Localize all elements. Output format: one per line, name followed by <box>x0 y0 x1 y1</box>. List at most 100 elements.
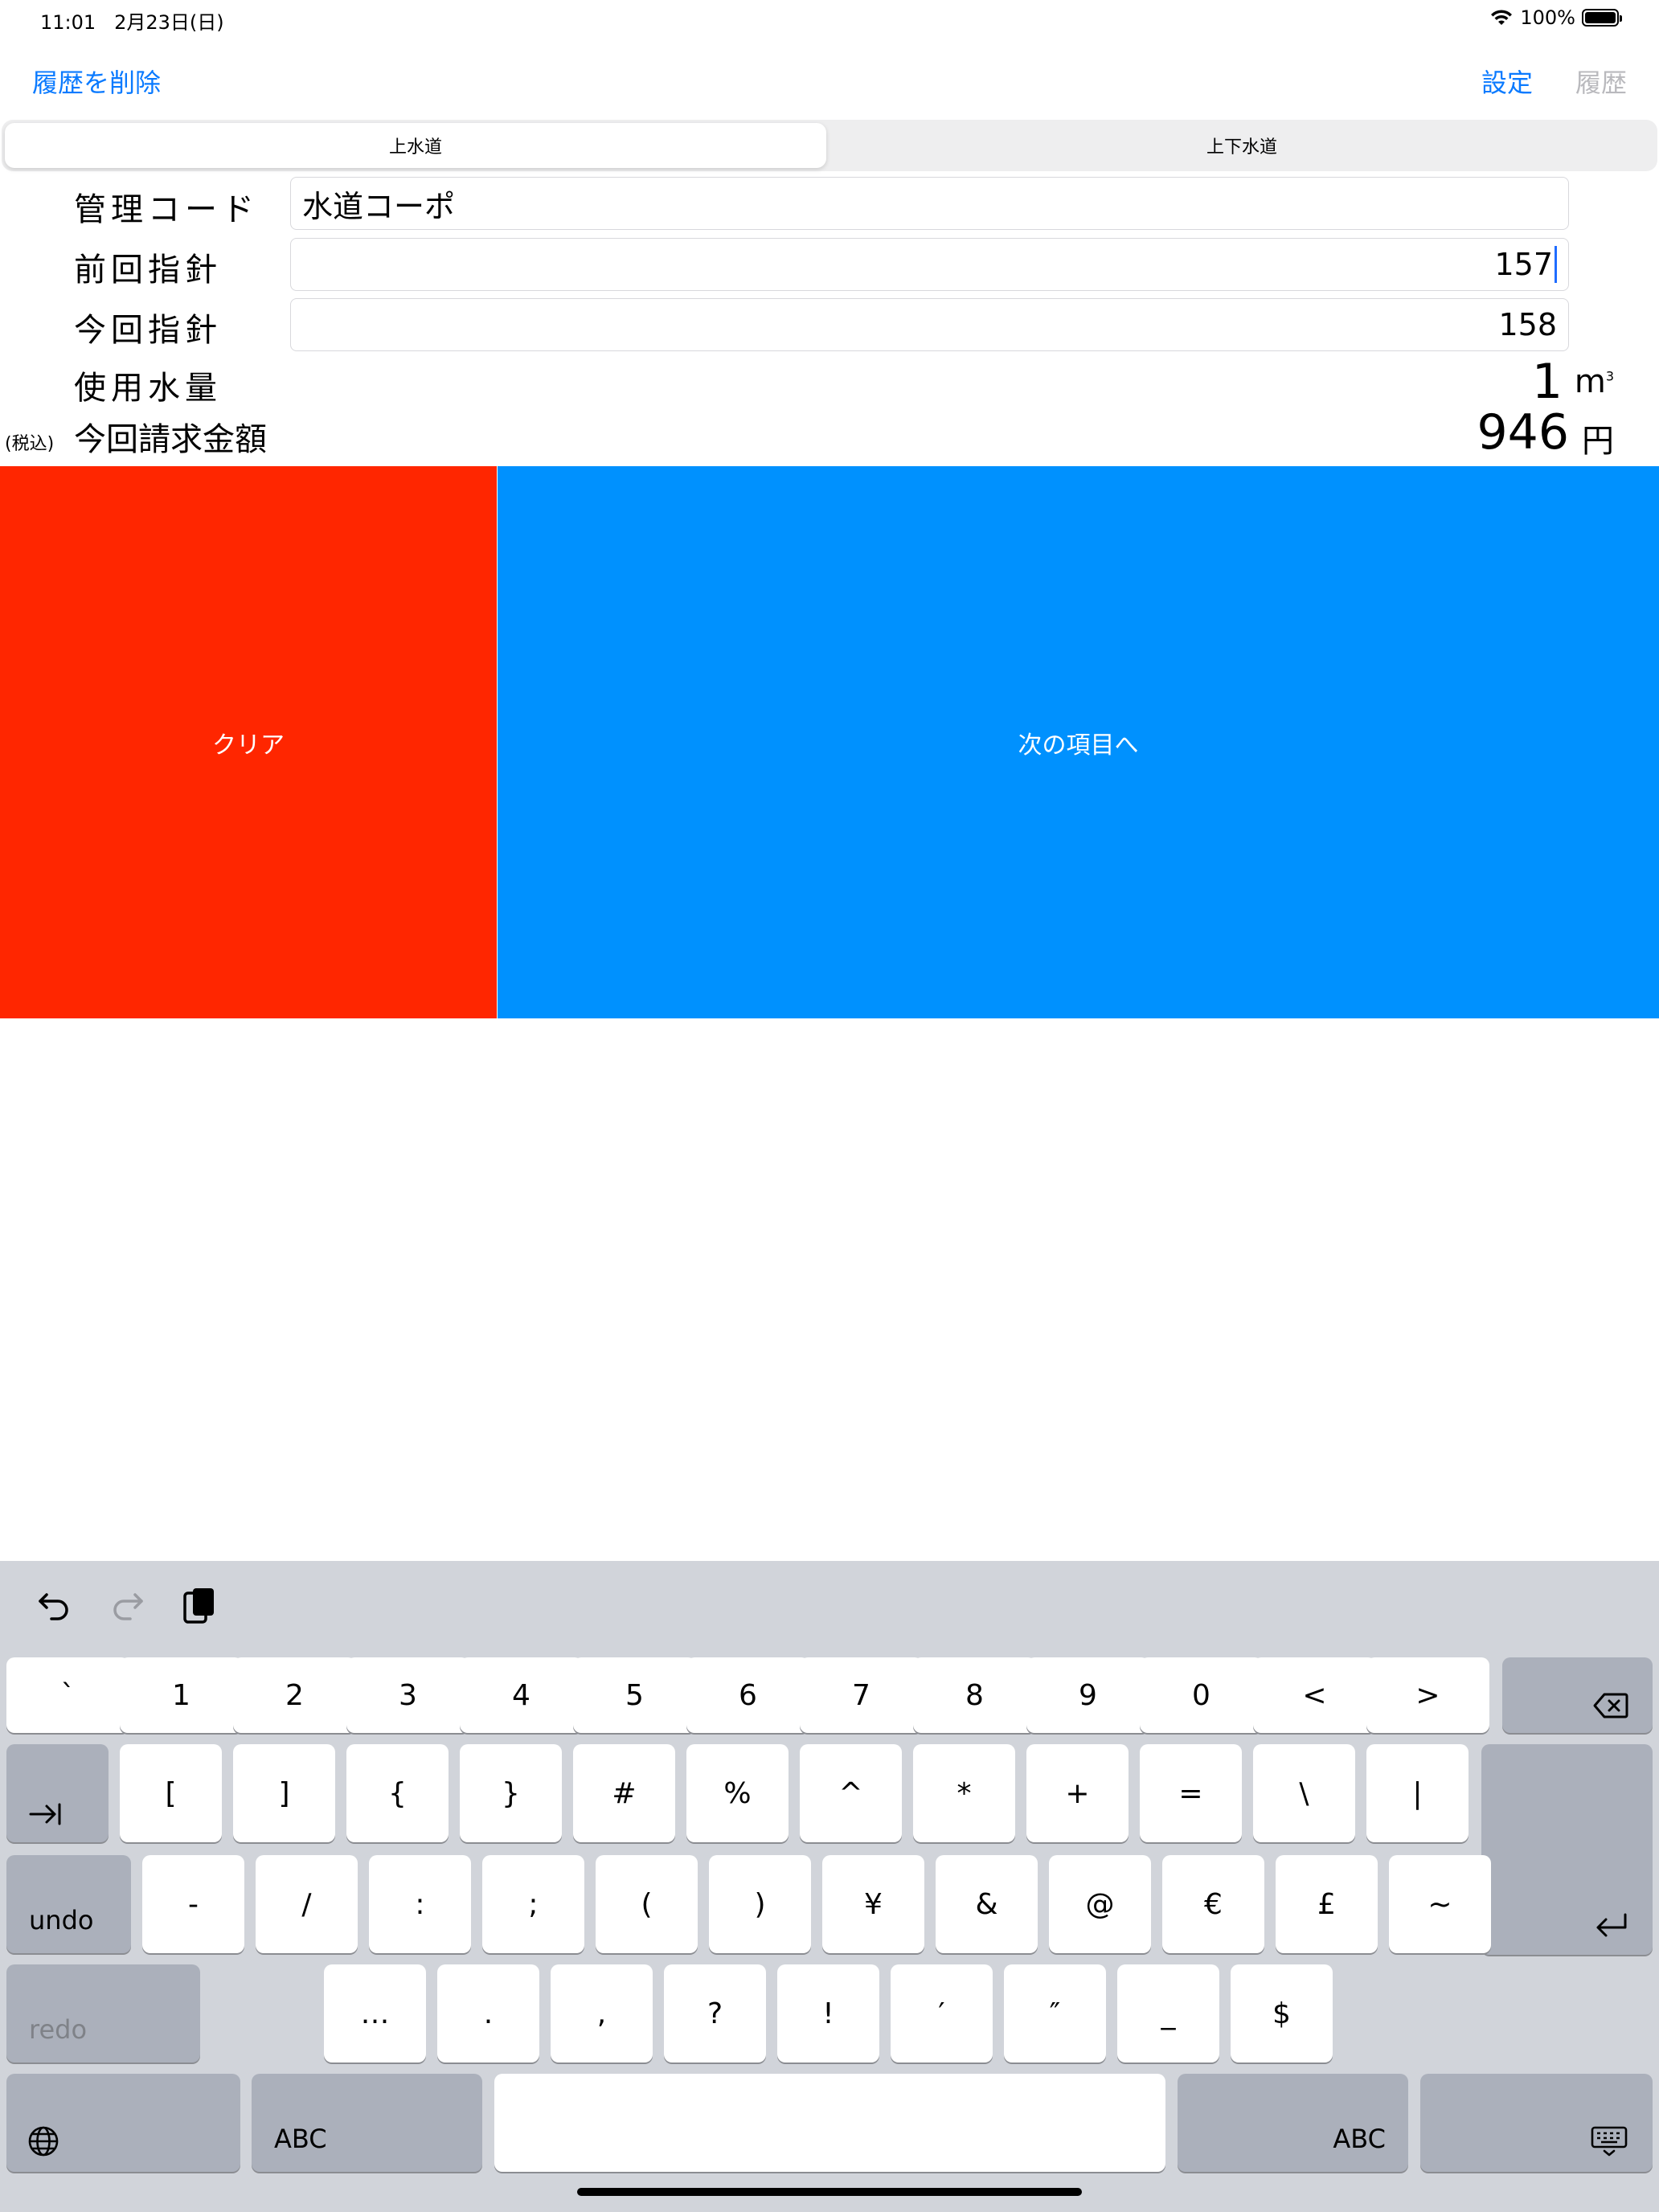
water-usage-label: 使用水量 <box>74 370 222 407</box>
key-row3-3[interactable]: ; <box>482 1855 584 1953</box>
key-row1-9[interactable]: 9 <box>1026 1657 1149 1733</box>
key-row2-8[interactable]: + <box>1026 1744 1129 1842</box>
key-row2-0[interactable]: [ <box>120 1744 222 1842</box>
billing-amount-unit: 円 <box>1582 423 1614 460</box>
next-item-button[interactable]: 次の項目へ <box>498 466 1659 1018</box>
clear-button[interactable]: クリア <box>0 466 497 1018</box>
key-row1-0[interactable]: ` <box>6 1657 129 1733</box>
key-row2-2[interactable]: { <box>346 1744 449 1842</box>
key-row3-7[interactable]: & <box>936 1855 1038 1953</box>
status-time: 11:01 2月23日(日) <box>40 11 224 34</box>
status-right: 100% <box>1489 6 1622 29</box>
key-row1-8[interactable]: 8 <box>913 1657 1036 1733</box>
status-bar: 11:01 2月23日(日) 100% <box>0 0 1659 39</box>
key-undo[interactable]: undo <box>6 1855 131 1953</box>
delete-icon <box>1593 1693 1628 1718</box>
key-globe[interactable] <box>6 2074 240 2172</box>
key-row3-8[interactable]: @ <box>1049 1855 1151 1953</box>
delete-history-button[interactable]: 履歴を削除 <box>32 63 161 100</box>
key-row4-1[interactable]: . <box>437 1964 539 2062</box>
key-abc-left-label: ABC <box>274 2124 327 2154</box>
tab-water-and-sewer[interactable]: 上下水道 <box>830 123 1654 168</box>
billing-amount-label: 今回請求金額 <box>74 421 267 458</box>
redo-icon[interactable] <box>108 1585 146 1624</box>
key-row3-2[interactable]: : <box>369 1855 471 1953</box>
key-row4-2[interactable]: , <box>551 1964 653 2062</box>
key-undo-label: undo <box>29 1905 94 1936</box>
undo-icon[interactable] <box>35 1585 74 1624</box>
key-row4-4[interactable]: ! <box>777 1964 879 2062</box>
current-reading-label: 今回指針 <box>74 312 222 349</box>
key-row2-5[interactable]: % <box>686 1744 789 1842</box>
key-row1-3[interactable]: 3 <box>346 1657 469 1733</box>
management-code-input[interactable]: 水道コーポ <box>290 177 1569 230</box>
key-row3-6[interactable]: ¥ <box>822 1855 924 1953</box>
key-row1-4[interactable]: 4 <box>460 1657 583 1733</box>
key-row2-1[interactable]: ] <box>233 1744 335 1842</box>
key-row2-7[interactable]: * <box>913 1744 1015 1842</box>
key-row3-5[interactable]: ) <box>709 1855 811 1953</box>
current-reading-input[interactable]: 158 <box>290 298 1569 351</box>
tab-icon <box>29 1803 61 1825</box>
billing-amount-value: 946 <box>1477 404 1569 461</box>
key-row4-8[interactable]: $ <box>1231 1964 1333 2062</box>
key-row2-10[interactable]: \ <box>1253 1744 1355 1842</box>
key-row3-4[interactable]: ( <box>596 1855 698 1953</box>
key-row2-4[interactable]: # <box>573 1744 675 1842</box>
key-return[interactable] <box>1481 1744 1653 1955</box>
key-row1-1[interactable]: 1 <box>120 1657 243 1733</box>
battery-percent: 100% <box>1520 6 1575 29</box>
key-row3-1[interactable]: / <box>256 1855 358 1953</box>
text-cursor <box>1555 246 1557 283</box>
key-row3-9[interactable]: € <box>1162 1855 1264 1953</box>
management-code-label: 管理コード <box>74 191 259 228</box>
previous-reading-value: 157 <box>1494 247 1553 282</box>
key-row3-11[interactable]: ~ <box>1389 1855 1491 1953</box>
key-row4-0[interactable]: … <box>324 1964 426 2062</box>
key-row1-6[interactable]: 6 <box>686 1657 809 1733</box>
key-abc-right-label: ABC <box>1333 2124 1386 2154</box>
water-usage-unit-sup: 3 <box>1605 368 1614 384</box>
key-redo[interactable]: redo <box>6 1964 200 2062</box>
key-row4-5[interactable]: ′ <box>891 1964 993 2062</box>
key-row1-10[interactable]: 0 <box>1140 1657 1263 1733</box>
key-row1-12[interactable]: > <box>1366 1657 1489 1733</box>
key-row1-7[interactable]: 7 <box>800 1657 923 1733</box>
key-row2-3[interactable]: } <box>460 1744 562 1842</box>
return-icon <box>1596 1913 1627 1937</box>
key-delete[interactable] <box>1502 1657 1653 1733</box>
previous-reading-input[interactable]: 157 <box>290 238 1569 291</box>
key-row1-2[interactable]: 2 <box>233 1657 356 1733</box>
key-row4-6[interactable]: ″ <box>1004 1964 1106 2062</box>
wifi-icon <box>1491 10 1513 25</box>
key-row1-11[interactable]: < <box>1253 1657 1376 1733</box>
water-usage-value: 1 <box>1531 354 1563 410</box>
key-row3-10[interactable]: £ <box>1276 1855 1378 1953</box>
globe-icon <box>28 2126 59 2157</box>
key-space[interactable] <box>494 2074 1165 2172</box>
settings-button[interactable]: 設定 <box>1481 63 1533 100</box>
battery-icon <box>1582 9 1622 27</box>
previous-reading-label: 前回指針 <box>74 252 222 289</box>
history-button[interactable]: 履歴 <box>1575 63 1627 100</box>
key-row1-5[interactable]: 5 <box>573 1657 696 1733</box>
key-row3-0[interactable]: - <box>142 1855 244 1953</box>
tax-included-note: (税込) <box>5 434 55 454</box>
home-indicator <box>577 2188 1082 2196</box>
key-tab[interactable] <box>6 1744 109 1842</box>
paste-icon[interactable] <box>182 1585 219 1625</box>
key-redo-label: redo <box>29 2014 88 2045</box>
key-abc-left[interactable]: ABC <box>252 2074 482 2172</box>
water-usage-unit: m3 <box>1574 363 1614 400</box>
key-dismiss-keyboard[interactable] <box>1420 2074 1653 2172</box>
tab-water-supply[interactable]: 上水道 <box>5 123 826 168</box>
water-type-segmented-control: 上水道 上下水道 <box>2 120 1657 171</box>
key-row2-9[interactable]: = <box>1140 1744 1242 1842</box>
key-row4-3[interactable]: ? <box>664 1964 766 2062</box>
status-date: 2月23日(日) <box>114 11 224 34</box>
key-row2-11[interactable]: | <box>1366 1744 1469 1842</box>
key-abc-right[interactable]: ABC <box>1178 2074 1408 2172</box>
keyboard-dismiss-icon <box>1591 2126 1628 2157</box>
key-row2-6[interactable]: ^ <box>800 1744 902 1842</box>
key-row4-7[interactable]: _ <box>1117 1964 1219 2062</box>
